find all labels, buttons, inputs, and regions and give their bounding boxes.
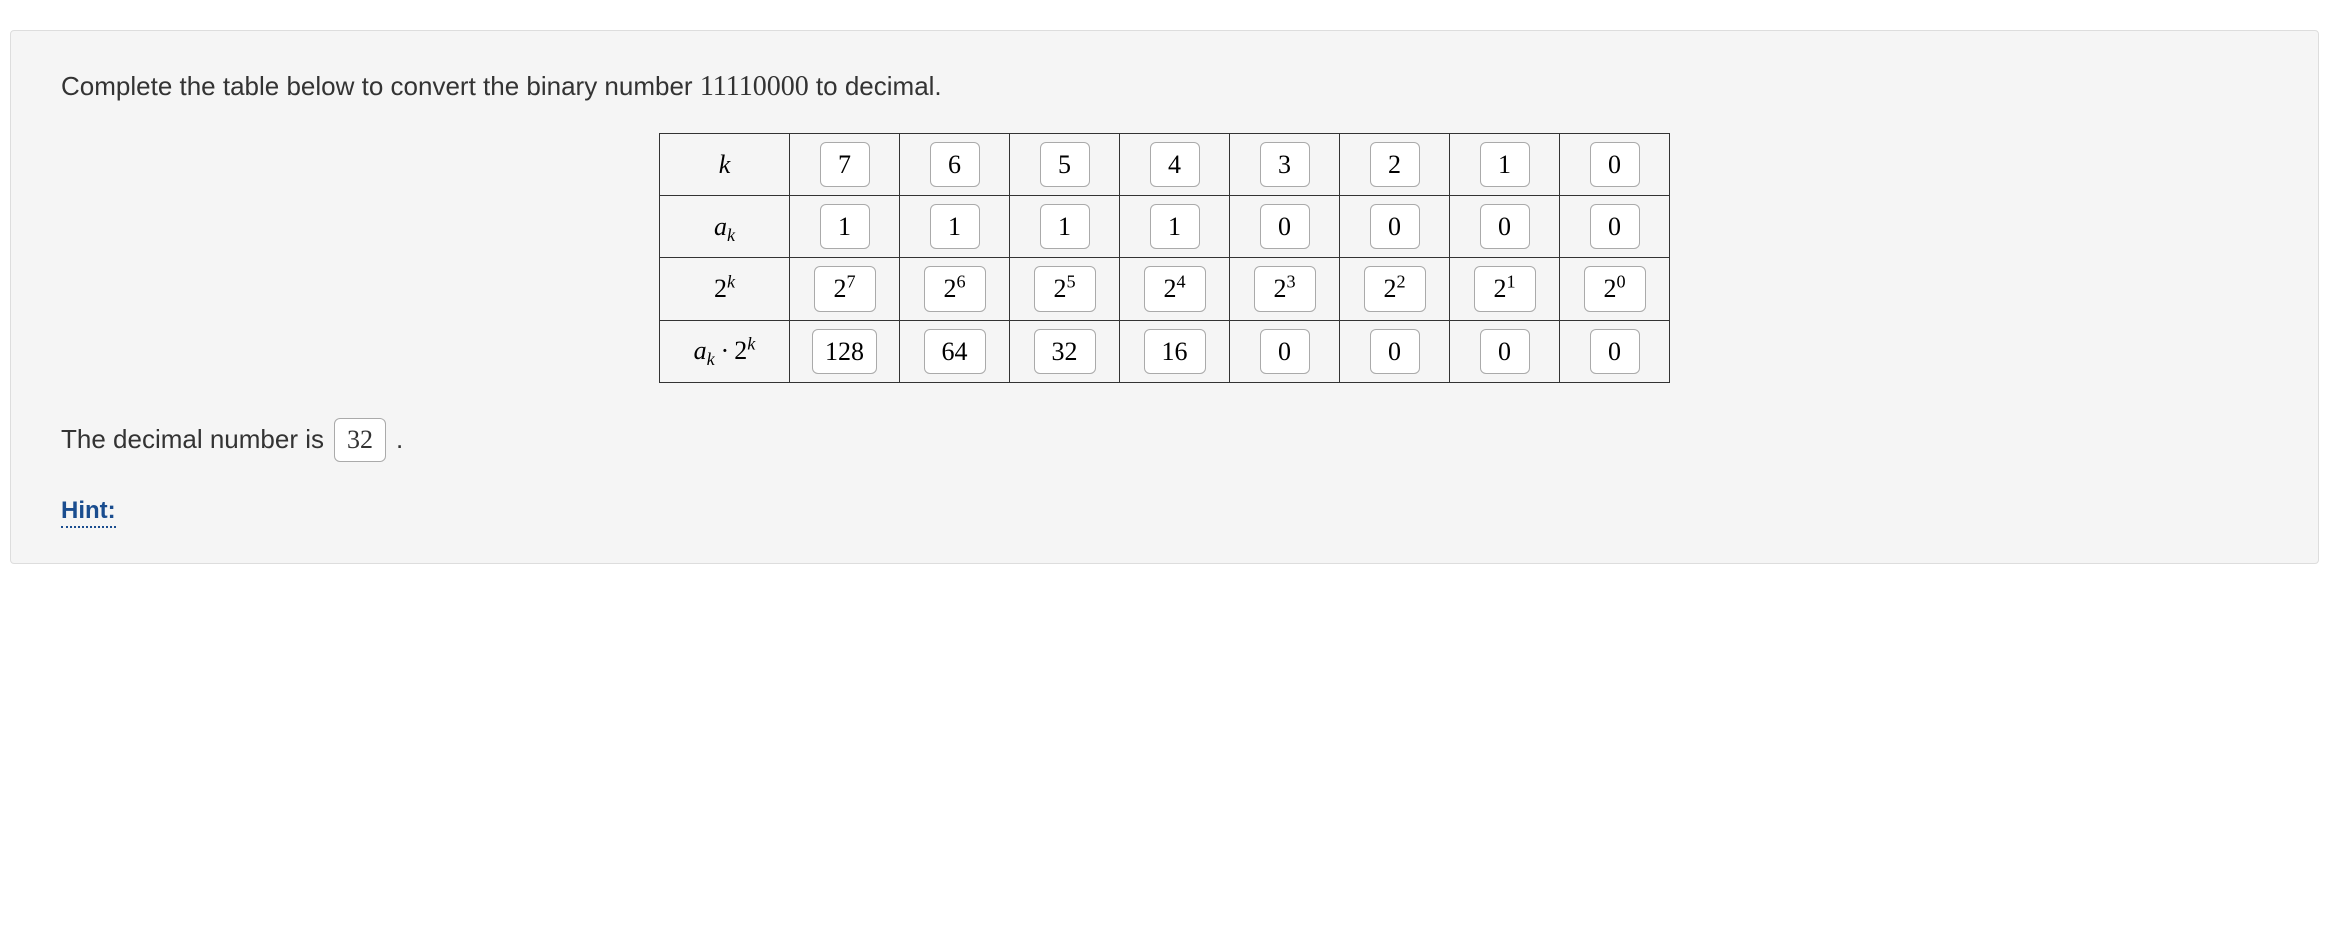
- binary-number: 11110000: [700, 71, 809, 102]
- cell-input[interactable]: 64: [924, 329, 986, 374]
- prompt-after: to decimal.: [809, 71, 942, 101]
- cell-input[interactable]: 24: [1144, 266, 1206, 311]
- table-cell: 23: [1230, 258, 1340, 320]
- table-cell: 6: [900, 134, 1010, 196]
- table-cell: 26: [900, 258, 1010, 320]
- cell-input[interactable]: 128: [812, 329, 877, 374]
- cell-input[interactable]: 0: [1590, 329, 1640, 374]
- table-cell: 1: [790, 196, 900, 258]
- table-cell: 16: [1120, 320, 1230, 382]
- cell-input[interactable]: 7: [820, 142, 870, 187]
- table-row: ak · 2k 128 64 32 16 0 0 0 0: [660, 320, 1670, 382]
- cell-input[interactable]: 1: [820, 204, 870, 249]
- question-panel: Complete the table below to convert the …: [10, 30, 2319, 564]
- decimal-answer-input[interactable]: 32: [334, 418, 386, 462]
- row-label: ak: [660, 196, 790, 258]
- prompt-before: Complete the table below to convert the …: [61, 71, 700, 101]
- cell-input[interactable]: 0: [1590, 204, 1640, 249]
- table-cell: 0: [1560, 196, 1670, 258]
- cell-input[interactable]: 0: [1260, 204, 1310, 249]
- table-cell: 32: [1010, 320, 1120, 382]
- cell-input[interactable]: 23: [1254, 266, 1316, 311]
- cell-input[interactable]: 0: [1370, 329, 1420, 374]
- cell-input[interactable]: 0: [1590, 142, 1640, 187]
- table-cell: 0: [1450, 320, 1560, 382]
- answer-before: The decimal number is: [61, 424, 324, 455]
- cell-input[interactable]: 22: [1364, 266, 1426, 311]
- cell-input[interactable]: 32: [1034, 329, 1096, 374]
- cell-input[interactable]: 26: [924, 266, 986, 311]
- row-label: 2k: [660, 258, 790, 320]
- cell-input[interactable]: 2: [1370, 142, 1420, 187]
- answer-line: The decimal number is 32 .: [61, 418, 2268, 462]
- table-cell: 22: [1340, 258, 1450, 320]
- cell-input[interactable]: 21: [1474, 266, 1536, 311]
- table-cell: 0: [1450, 196, 1560, 258]
- cell-input[interactable]: 25: [1034, 266, 1096, 311]
- cell-input[interactable]: 0: [1370, 204, 1420, 249]
- question-prompt: Complete the table below to convert the …: [61, 71, 2268, 103]
- table-row: 2k 27 26 25 24 23 22 21 20: [660, 258, 1670, 320]
- cell-input[interactable]: 1: [930, 204, 980, 249]
- table-cell: 0: [1340, 320, 1450, 382]
- cell-input[interactable]: 6: [930, 142, 980, 187]
- table-cell: 5: [1010, 134, 1120, 196]
- table-cell: 1: [900, 196, 1010, 258]
- table-cell: 0: [1560, 320, 1670, 382]
- table-cell: 1: [1450, 134, 1560, 196]
- table-cell: 7: [790, 134, 900, 196]
- table-cell: 27: [790, 258, 900, 320]
- table-wrapper: k76543210ak111100002k2726252423222120ak …: [61, 133, 2268, 383]
- table-cell: 20: [1560, 258, 1670, 320]
- table-cell: 21: [1450, 258, 1560, 320]
- cell-input[interactable]: 27: [814, 266, 876, 311]
- table-cell: 0: [1230, 320, 1340, 382]
- cell-input[interactable]: 0: [1480, 204, 1530, 249]
- row-label: k: [660, 134, 790, 196]
- table-cell: 64: [900, 320, 1010, 382]
- table-cell: 0: [1560, 134, 1670, 196]
- table-cell: 3: [1230, 134, 1340, 196]
- hint-toggle[interactable]: Hint:: [61, 497, 116, 528]
- cell-input[interactable]: 1: [1480, 142, 1530, 187]
- table-cell: 24: [1120, 258, 1230, 320]
- cell-input[interactable]: 1: [1150, 204, 1200, 249]
- table-cell: 2: [1340, 134, 1450, 196]
- cell-input[interactable]: 16: [1144, 329, 1206, 374]
- cell-input[interactable]: 4: [1150, 142, 1200, 187]
- table-cell: 0: [1340, 196, 1450, 258]
- row-label: ak · 2k: [660, 320, 790, 382]
- table-cell: 1: [1010, 196, 1120, 258]
- answer-after: .: [396, 424, 403, 455]
- cell-input[interactable]: 1: [1040, 204, 1090, 249]
- table-cell: 4: [1120, 134, 1230, 196]
- table-cell: 1: [1120, 196, 1230, 258]
- cell-input[interactable]: 3: [1260, 142, 1310, 187]
- table-cell: 0: [1230, 196, 1340, 258]
- table-cell: 128: [790, 320, 900, 382]
- cell-input[interactable]: 0: [1480, 329, 1530, 374]
- cell-input[interactable]: 20: [1584, 266, 1646, 311]
- table-row: k7 6 5 4 3 2 1 0: [660, 134, 1670, 196]
- cell-input[interactable]: 5: [1040, 142, 1090, 187]
- table-row: ak 1 1 1 1 0 0 0 0: [660, 196, 1670, 258]
- conversion-table: k76543210ak111100002k2726252423222120ak …: [659, 133, 1670, 383]
- table-cell: 25: [1010, 258, 1120, 320]
- cell-input[interactable]: 0: [1260, 329, 1310, 374]
